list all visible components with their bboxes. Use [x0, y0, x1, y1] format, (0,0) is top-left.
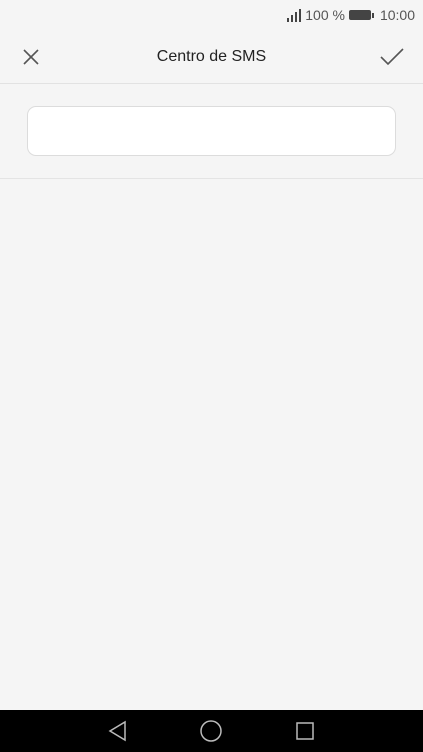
close-icon: [23, 49, 39, 65]
close-button[interactable]: [2, 30, 60, 84]
back-triangle-icon: [108, 720, 126, 742]
navigation-bar: [0, 710, 423, 752]
confirm-button[interactable]: [363, 30, 421, 84]
checkmark-icon: [380, 48, 404, 66]
recent-apps-square-icon: [296, 722, 314, 740]
home-circle-icon: [200, 720, 222, 742]
back-button[interactable]: [93, 710, 143, 752]
status-bar: 100 % 10:00: [0, 0, 423, 30]
signal-bars-icon: [286, 8, 302, 22]
screen: 100 % 10:00 Centro de SMS: [0, 0, 423, 752]
battery-full-icon: [348, 10, 374, 20]
home-button[interactable]: [186, 710, 236, 752]
header-bar: Centro de SMS: [0, 30, 423, 84]
sms-center-section: [0, 84, 423, 179]
page-title: Centro de SMS: [156, 47, 267, 65]
status-time: 10:00: [379, 7, 415, 23]
recent-apps-button[interactable]: [280, 710, 330, 752]
sms-center-input[interactable]: [27, 106, 396, 156]
battery-percent: 100 %: [305, 7, 345, 23]
